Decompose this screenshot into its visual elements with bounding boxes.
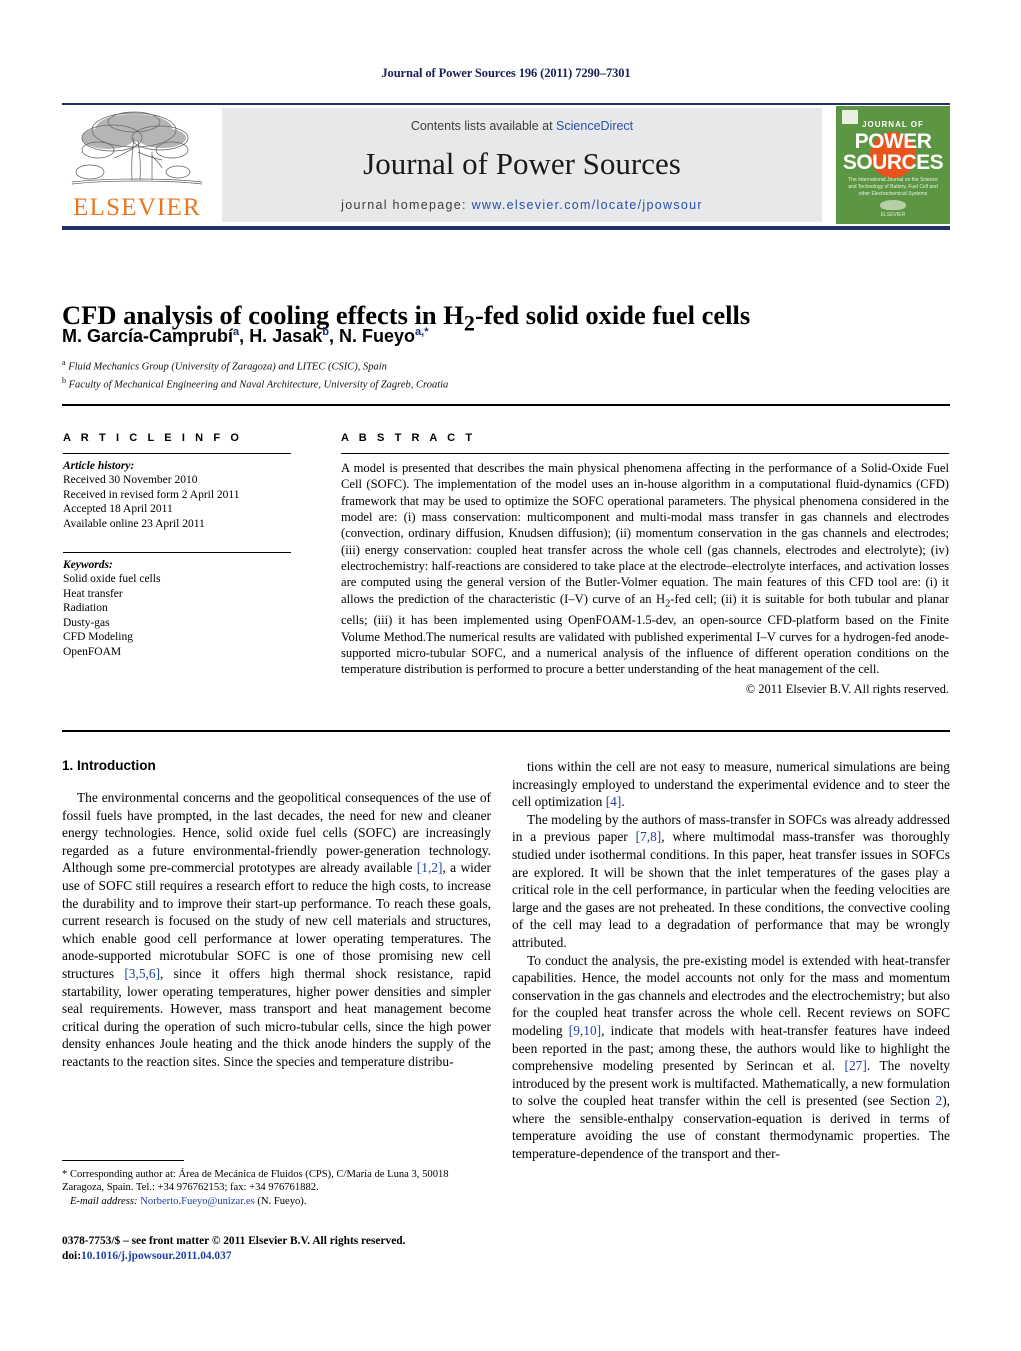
affiliation-a: a Fluid Mechanics Group (University of Z… [62,356,942,374]
journal-cover-thumbnail: JOURNAL OF POWER SOURCES The Internation… [836,106,950,224]
author-1-affil-marker: a [233,326,240,338]
body-column-left: 1. Introduction The environmental concer… [62,758,491,1071]
cover-subtitle: The International Journal on the Science… [848,177,938,197]
contents-prefix: Contents lists available at [410,119,557,133]
article-history-label: Article history: [63,460,135,473]
citation-ref[interactable]: [4] [606,794,622,809]
keywords-block: Keywords: Solid oxide fuel cells Heat tr… [63,552,291,659]
abstract-column: A B S T R A C T A model is presented tha… [341,432,949,697]
footnote-block: * Corresponding author at: Área de Mecán… [62,1168,492,1208]
section-heading-introduction: 1. Introduction [62,758,156,773]
imprint-block: 0378-7753/$ – see front matter © 2011 El… [62,1234,492,1264]
keyword-item: Radiation [63,602,108,615]
keyword-item: CFD Modeling [63,631,133,644]
article-info-heading: A R T I C L E I N F O [63,432,243,444]
journal-title: Journal of Power Sources [363,146,681,181]
paragraph: The modeling by the authors of mass-tran… [512,811,951,950]
journal-homepage-line: journal homepage: www.elsevier.com/locat… [222,198,822,212]
affiliation-a-marker: a [62,358,66,367]
contents-list-line: Contents lists available at ScienceDirec… [222,119,822,133]
abstract-text: A model is presented that describes the … [341,461,949,677]
abstract-rule [341,453,949,455]
article-info-column: A R T I C L E I N F O Article history: R… [63,432,291,659]
paragraph: tions within the cell are not easy to me… [512,759,950,810]
citation-ref[interactable]: [7,8] [636,829,662,844]
keyword-item: Solid oxide fuel cells [63,573,161,586]
body-column-right: tions within the cell are not easy to me… [512,758,950,1163]
abstract-heading: A B S T R A C T [341,432,476,444]
homepage-prefix: journal homepage: [341,198,472,212]
citation-ref[interactable]: [3,5,6] [124,966,160,981]
affiliation-b-marker: b [62,376,66,385]
rule-below-affiliations [62,404,950,406]
elsevier-logo: ELSEVIER [62,108,212,222]
article-history-list: Received 30 November 2010 Received in re… [63,473,291,531]
citation-ref[interactable]: [9,10] [569,1023,601,1038]
history-item: Accepted 18 April 2011 [63,503,173,516]
elsevier-wordmark: ELSEVIER [73,194,201,221]
abstract-copyright: © 2011 Elsevier B.V. All rights reserved… [745,681,949,696]
doi-line: doi:10.1016/j.jpowsour.2011.04.037 [62,1249,492,1264]
author-1: M. García-Camprubí [62,326,234,346]
paragraph: The environmental concerns and the geopo… [62,790,491,1069]
email-label: E-mail address: [69,1195,138,1207]
cover-line-sources: SOURCES [842,151,944,174]
elsevier-tree-icon [71,111,203,185]
journal-homepage-link[interactable]: www.elsevier.com/locate/jpowsour [472,198,703,212]
author-2-affil-marker: b [322,326,329,338]
affiliation-b-text: Faculty of Mechanical Engineering and Na… [68,379,449,391]
history-item: Received 30 November 2010 [63,474,198,487]
author-3-affil-marker: a,* [415,326,429,338]
author-list: M. García-Camprubía, H. Jasakb, N. Fueyo… [62,326,429,346]
affiliation-list: a Fluid Mechanics Group (University of Z… [62,356,942,392]
email-link[interactable]: Norberto.Fueyo@unizar.es [140,1196,255,1207]
footnote-separator-rule [62,1160,184,1161]
citation-ref[interactable]: [27] [845,1058,867,1073]
keywords-list: Solid oxide fuel cells Heat transfer Rad… [63,572,291,659]
article-info-rule [63,453,291,455]
cover-footer-label: ELSEVIER [880,212,906,218]
doi-link[interactable]: 10.1016/j.jpowsour.2011.04.037 [81,1250,232,1262]
keywords-label: Keywords: [63,559,113,572]
history-item: Available online 23 April 2011 [63,517,205,530]
journal-masthead: ELSEVIER Contents lists available at Sci… [62,104,950,226]
keyword-item: Dusty-gas [63,616,110,629]
doi-label: doi: [62,1250,81,1262]
keyword-item: Heat transfer [63,587,123,600]
issn-front-matter: 0378-7753/$ – see front matter © 2011 El… [62,1235,406,1247]
sciencedirect-link[interactable]: ScienceDirect [556,119,633,133]
paragraph: To conduct the analysis, the pre-existin… [512,952,950,1162]
author-2: H. Jasak [249,326,323,346]
rule-below-abstract [62,730,950,732]
cover-line-journal-of: JOURNAL OF [862,120,924,129]
journal-banner: Contents lists available at ScienceDirec… [222,108,822,222]
affiliation-b: b Faculty of Mechanical Engineering and … [62,374,942,392]
masthead-bottom-rule [62,226,950,230]
cover-publisher-mark-icon [880,200,906,210]
email-note: E-mail address: Norberto.Fueyo@unizar.es… [62,1195,492,1208]
article-page: Journal of Power Sources 196 (2011) 7290… [0,0,1021,1351]
corresponding-author-note: * Corresponding author at: Área de Mecán… [62,1169,449,1194]
keyword-item: OpenFOAM [63,645,122,658]
affiliation-a-text: Fluid Mechanics Group (University of Zar… [68,361,387,373]
citation-ref[interactable]: [1,2] [417,860,443,875]
email-suffix: (N. Fueyo). [257,1195,307,1207]
keywords-rule [63,552,291,554]
author-3: N. Fueyo [339,326,416,346]
section-ref[interactable]: 2 [935,1093,942,1108]
running-head-citation: Journal of Power Sources 196 (2011) 7290… [381,66,631,80]
history-item: Received in revised form 2 April 2011 [63,488,240,501]
